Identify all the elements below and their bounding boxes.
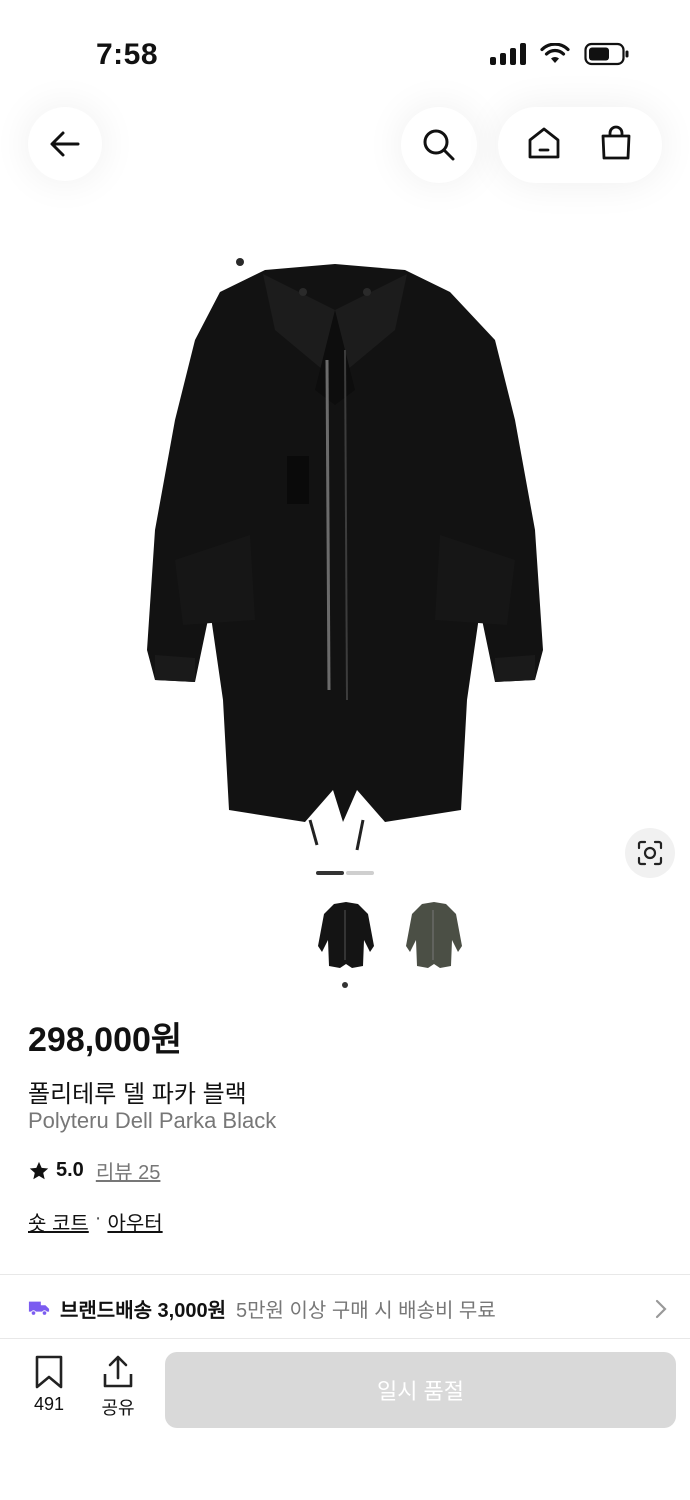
thumbnail-olive[interactable] xyxy=(400,898,468,974)
visual-search-button[interactable] xyxy=(625,828,675,878)
parka-black-thumbnail xyxy=(318,902,374,968)
shopping-bag-icon xyxy=(601,125,631,159)
bookmark-button[interactable]: 491 xyxy=(32,1354,66,1415)
share-label: 공유 xyxy=(101,1398,135,1418)
battery-icon xyxy=(584,42,629,66)
review-link[interactable]: 리뷰 25 xyxy=(96,1156,161,1185)
divider xyxy=(0,1274,690,1275)
product-name-en: Polyteru Dell Parka Black xyxy=(28,1108,277,1133)
wifi-icon xyxy=(540,43,570,63)
signal-icon xyxy=(490,43,526,65)
bookmark-icon xyxy=(35,1355,63,1389)
product-image[interactable] xyxy=(0,230,690,870)
arrow-left-icon xyxy=(50,131,80,157)
divider xyxy=(0,1338,690,1339)
category-link-sub[interactable]: 아우터 xyxy=(107,1207,162,1236)
search-icon xyxy=(423,129,455,161)
product-name-ko: 폴리테루 델 파카 블랙 xyxy=(28,1081,247,1108)
share-button[interactable]: 공유 xyxy=(100,1354,136,1420)
thumbnail-black[interactable] xyxy=(312,898,380,974)
status-bar: 7:58 xyxy=(0,0,690,100)
share-icon xyxy=(103,1355,133,1388)
lens-icon xyxy=(637,840,663,866)
pager-indicator xyxy=(346,871,374,875)
image-pager xyxy=(316,871,374,875)
search-button[interactable] xyxy=(401,107,477,183)
sold-out-button[interactable]: 일시 품절 xyxy=(165,1352,676,1428)
truck-icon xyxy=(28,1301,50,1316)
star-icon xyxy=(29,1161,49,1179)
rating-row: 5.0 리뷰 25 xyxy=(28,1156,160,1185)
status-icons xyxy=(490,42,630,66)
bookmark-count: 491 xyxy=(33,1394,65,1414)
product-price: 298,000원 xyxy=(28,1021,183,1059)
rating-value: 5.0 xyxy=(56,1159,84,1181)
chevron-right-icon xyxy=(655,1299,667,1319)
bottom-action-bar: 491 공유 일시 품절 xyxy=(0,1340,690,1500)
nav-pill xyxy=(498,107,662,183)
category-separator: · xyxy=(94,1207,102,1229)
cart-button[interactable] xyxy=(598,125,634,166)
category-breadcrumb: 숏 코트 · 아우터 xyxy=(28,1207,163,1236)
status-time: 7:58 xyxy=(96,38,159,71)
pager-indicator-active xyxy=(316,871,344,875)
selected-thumbnail-dot xyxy=(342,982,348,988)
category-link-main[interactable]: 숏 코트 xyxy=(28,1207,89,1236)
parka-olive-thumbnail xyxy=(406,902,462,968)
home-icon xyxy=(528,127,560,158)
parka-image xyxy=(147,258,543,851)
back-button[interactable] xyxy=(28,107,102,181)
shipping-info-row[interactable]: 브랜드배송 3,000원 5만원 이상 구매 시 배송비 무료 xyxy=(28,1278,668,1338)
shipping-note: 5만원 이상 구매 시 배송비 무료 xyxy=(236,1299,496,1322)
shipping-title: 브랜드배송 3,000원 xyxy=(60,1299,227,1322)
color-thumbnails xyxy=(312,898,468,974)
home-button[interactable] xyxy=(526,125,562,166)
